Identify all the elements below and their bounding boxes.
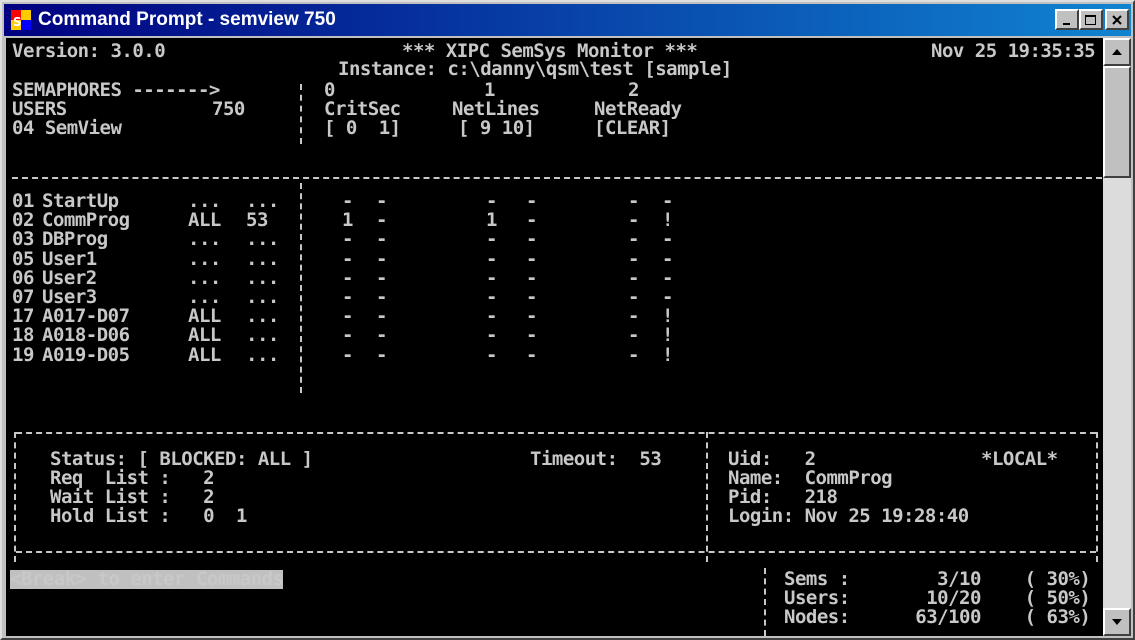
user-row-c1b: - (526, 343, 537, 366)
user-row-c0a: - (342, 247, 353, 270)
user-row-c1a: - (486, 247, 497, 270)
console-screen[interactable]: Version: 3.0.0 *** XIPC SemSys Monitor *… (6, 38, 1103, 636)
user-row-c2a: - (628, 343, 639, 366)
nodes-stat: Nodes: 63/100 ( 63%) (784, 606, 1091, 628)
status-divider (706, 432, 708, 562)
user-row-c2b: ! (662, 343, 673, 366)
minimize-button[interactable] (1055, 9, 1079, 30)
command-prompt[interactable]: <Break> to enter Commands (10, 569, 284, 590)
user-row-num: 03 (12, 228, 34, 251)
arrow-up-icon (1112, 49, 1122, 55)
sem-value-2: [CLEAR] (594, 117, 671, 139)
user-row-c2b: - (662, 228, 673, 251)
arrow-down-icon (1112, 619, 1122, 625)
column-divider (300, 84, 302, 144)
version-text: Version: 3.0.0 (12, 40, 166, 62)
user-row-scope: ... (188, 247, 221, 270)
user-row-c2b: ! (662, 324, 673, 347)
user-row-name: A019-D05 (42, 343, 130, 366)
user-row-scope: ALL (188, 324, 221, 347)
user-row-scope: ... (188, 228, 221, 251)
user-row-c0a: - (342, 343, 353, 366)
title-bar[interactable]: S Command Prompt - semview 750 (4, 4, 1131, 36)
user-row-c1a: - (486, 324, 497, 347)
msdos-icon: S (11, 10, 31, 30)
user-row-c0a: - (342, 228, 353, 251)
timeout-text: Timeout: 53 (530, 448, 662, 470)
local-badge: *LOCAL* (981, 448, 1058, 470)
user-row-c2a: - (628, 324, 639, 347)
sem-value-1: [ 9 10] (458, 117, 535, 139)
user-row-c1b: - (526, 247, 537, 270)
user-row-count: ... (246, 247, 279, 270)
sem-value-0: [ 0 1] (324, 117, 401, 139)
maximize-icon (1085, 14, 1096, 25)
user-row-c0b: - (376, 343, 387, 366)
scroll-up-button[interactable] (1103, 38, 1131, 66)
user-row-name: A018-D06 (42, 324, 130, 347)
user-row-c0b: - (376, 228, 387, 251)
scroll-down-button[interactable] (1103, 608, 1131, 636)
status-top-border (16, 432, 1096, 434)
user-row-count: ... (246, 228, 279, 251)
user-row-count: ... (246, 343, 279, 366)
status-right-border (1096, 432, 1098, 562)
vertical-scrollbar[interactable] (1103, 38, 1131, 636)
user-row-c0b: - (376, 247, 387, 270)
header-separator (12, 177, 1102, 179)
user-row-scope: ALL (188, 343, 221, 366)
user-row-c2a: - (628, 247, 639, 270)
users-count: 750 (212, 98, 245, 120)
console-window: S Command Prompt - semview 750 Version: … (0, 0, 1135, 640)
datetime-text: Nov 25 19:35:35 (931, 40, 1096, 62)
instance-text: Instance: c:\danny\qsm\test [sample] (338, 58, 732, 80)
minimize-icon (1063, 22, 1070, 25)
user-row-num: 18 (12, 324, 34, 347)
user-row-c1b: - (526, 324, 537, 347)
close-button[interactable] (1105, 9, 1129, 30)
user-row-num: 05 (12, 247, 34, 270)
maximize-button[interactable] (1079, 9, 1103, 30)
user-row-name: User1 (42, 247, 97, 270)
status-bottom-border (16, 551, 1096, 553)
stats-divider (764, 568, 766, 636)
user-row-c0b: - (376, 324, 387, 347)
scroll-thumb[interactable] (1103, 66, 1131, 178)
user-row-name: DBProg (42, 228, 108, 251)
user-row-c0a: - (342, 324, 353, 347)
user-row-c1a: - (486, 343, 497, 366)
login-text: Login: Nov 25 19:28:40 (728, 505, 969, 527)
user-row-count: ... (246, 324, 279, 347)
svg-text:S: S (13, 15, 22, 29)
hold-list: Hold List : 0 1 (50, 505, 247, 527)
column-divider (300, 183, 302, 393)
semview-label: 04 SemView (12, 117, 122, 139)
user-row-num: 19 (12, 343, 34, 366)
user-row-c2b: - (662, 247, 673, 270)
user-row-c1b: - (526, 228, 537, 251)
user-row-c1a: - (486, 228, 497, 251)
close-icon (1112, 14, 1122, 25)
status-left-border (14, 432, 16, 562)
user-row-c2a: - (628, 228, 639, 251)
window-title: Command Prompt - semview 750 (38, 9, 336, 30)
